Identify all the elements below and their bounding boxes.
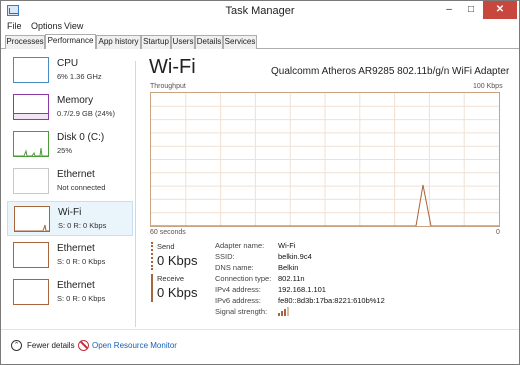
resource-monitor-icon: [78, 340, 89, 351]
receive-metric: Receive 0 Kbps: [151, 274, 211, 304]
tab-services[interactable]: Services: [223, 35, 257, 49]
memory-usage-fill: [14, 113, 48, 119]
cpu-thumbnail-graph: [13, 57, 49, 83]
sidebar-item-label: Ethernet: [57, 243, 95, 254]
menu-file[interactable]: File: [7, 21, 22, 31]
detail-key: Adapter name:: [215, 241, 265, 250]
sidebar-item-memory[interactable]: Memory 0.7/2.9 GB (24%): [7, 90, 133, 125]
throughput-graph-canvas: [151, 93, 499, 226]
detail-key: Signal strength:: [215, 307, 268, 316]
sidebar-item-value: 25%: [57, 146, 73, 155]
graph-time-label: 60 seconds: [150, 229, 186, 236]
page-title: Wi-Fi: [149, 56, 196, 78]
wifi-activity-sparkline: [15, 224, 49, 231]
tab-performance[interactable]: Performance: [45, 34, 96, 49]
maximize-button[interactable]: □: [460, 1, 482, 19]
receive-indicator: [151, 274, 153, 302]
detail-value: belkin.9c4: [278, 252, 312, 261]
title-bar: Task Manager ‒ □ ✕: [1, 1, 519, 21]
sidebar-item-ethernet[interactable]: Ethernet Not connected: [7, 164, 133, 199]
disk-activity-sparkline: [14, 147, 48, 156]
send-label: Send: [157, 242, 175, 251]
sidebar-item-value: S: 0 R: 0 Kbps: [57, 294, 106, 303]
tab-details[interactable]: Details: [195, 35, 223, 49]
adapter-name: Qualcomm Atheros AR9285 802.11b/g/n WiFi…: [271, 66, 510, 77]
ethernet-thumbnail-graph: [13, 242, 49, 268]
tab-processes[interactable]: Processes: [5, 35, 45, 49]
task-manager-window: Task Manager ‒ □ ✕ File Options View Pro…: [0, 0, 520, 365]
tab-startup[interactable]: Startup: [141, 35, 171, 49]
fewer-details-button[interactable]: Fewer details: [27, 341, 75, 350]
detail-key: SSID:: [215, 252, 235, 261]
sidebar-item-wifi[interactable]: Wi-Fi S: 0 R: 0 Kbps: [7, 201, 133, 236]
open-resource-monitor-link[interactable]: Open Resource Monitor: [92, 341, 177, 350]
signal-bars-icon: [278, 307, 289, 316]
graph-min-label: 0: [496, 229, 500, 236]
detail-key: Connection type:: [215, 274, 272, 283]
sidebar-item-cpu[interactable]: CPU 6% 1.36 GHz: [7, 53, 133, 88]
detail-key: DNS name:: [215, 263, 254, 272]
send-value: 0 Kbps: [157, 253, 198, 268]
tab-users[interactable]: Users: [171, 35, 195, 49]
sidebar-item-value: S: 0 R: 0 Kbps: [58, 221, 107, 230]
detail-value: 802.11n: [278, 274, 305, 283]
sidebar-item-value: 0.7/2.9 GB (24%): [57, 109, 115, 118]
sidebar-item-label: Ethernet: [57, 169, 95, 180]
tab-app-history[interactable]: App history: [96, 35, 141, 49]
footer-divider: [1, 329, 519, 330]
menu-view[interactable]: View: [64, 21, 83, 31]
graph-max-label: 100 Kbps: [473, 83, 503, 90]
sidebar-item-label: Wi-Fi: [58, 207, 82, 218]
signal-strength-icon: [278, 307, 290, 318]
detail-value: fe80::8d3b:17ba:8221:610b%12: [278, 296, 385, 305]
menu-options[interactable]: Options: [31, 21, 62, 31]
chevron-up-icon[interactable]: ⌃: [11, 340, 22, 351]
disk-thumbnail-graph: [13, 131, 49, 157]
send-metric: Send 0 Kbps: [151, 242, 211, 272]
minimize-button[interactable]: ‒: [438, 1, 460, 19]
resource-sidebar: CPU 6% 1.36 GHz Memory 0.7/2.9 GB (24%) …: [7, 53, 135, 326]
sidebar-item-label: Disk 0 (C:): [57, 132, 105, 143]
sidebar-item-value: 6% 1.36 GHz: [57, 72, 102, 81]
detail-value: 192.168.1.101: [278, 285, 326, 294]
receive-label: Receive: [157, 274, 185, 283]
receive-value: 0 Kbps: [157, 285, 198, 300]
memory-thumbnail-graph: [13, 94, 49, 120]
ethernet-thumbnail-graph: [13, 279, 49, 305]
sidebar-item-disk[interactable]: Disk 0 (C:) 25%: [7, 127, 133, 162]
sidebar-item-value: Not connected: [57, 183, 106, 192]
menu-bar: File Options View: [1, 21, 519, 34]
sidebar-item-label: CPU: [57, 58, 79, 69]
ethernet-thumbnail-graph: [13, 168, 49, 194]
detail-key: IPv4 address:: [215, 285, 261, 294]
detail-value: Belkin: [278, 263, 299, 272]
throughput-graph: [150, 92, 500, 227]
sidebar-item-label: Ethernet: [57, 280, 95, 291]
sidebar-divider: [135, 61, 136, 327]
sidebar-item-ethernet[interactable]: Ethernet S: 0 R: 0 Kbps: [7, 275, 133, 310]
send-indicator: [151, 242, 153, 270]
sidebar-item-value: S: 0 R: 0 Kbps: [57, 257, 106, 266]
close-button[interactable]: ✕: [483, 1, 517, 19]
wifi-thumbnail-graph: [14, 206, 50, 232]
detail-value: Wi-Fi: [278, 241, 296, 250]
sidebar-item-label: Memory: [57, 95, 94, 106]
graph-label: Throughput: [150, 83, 186, 90]
detail-key: IPv6 address:: [215, 296, 261, 305]
sidebar-item-ethernet[interactable]: Ethernet S: 0 R: 0 Kbps: [7, 238, 133, 273]
